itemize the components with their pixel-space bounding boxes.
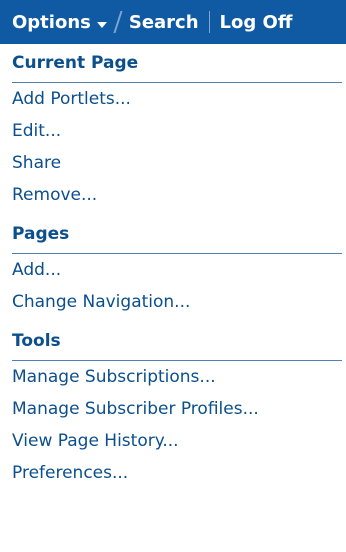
menu-item-view-page-history[interactable]: View Page History... [12,425,342,457]
search-label: Search [128,11,199,33]
section-title-current-page: Current Page [12,44,342,83]
options-label: Options [12,11,91,33]
menu-item-manage-subscriptions[interactable]: Manage Subscriptions... [12,361,342,393]
options-menu-button[interactable]: Options [0,0,107,44]
menu-item-add-page[interactable]: Add... [12,254,342,286]
section-title-tools: Tools [12,322,342,361]
log-off-link[interactable]: Log Off [220,0,293,44]
search-link[interactable]: Search [129,0,199,44]
options-dropdown-menu: Current Page Add Portlets... Edit... Sha… [12,44,342,489]
menu-item-manage-subscriber-profiles[interactable]: Manage Subscriber Profiles... [12,393,342,425]
nav-separator [113,11,123,33]
menu-item-add-portlets[interactable]: Add Portlets... [12,83,342,115]
menu-item-share[interactable]: Share [12,147,342,179]
menu-item-change-navigation[interactable]: Change Navigation... [12,286,342,318]
top-nav-bar: Options Search Log Off [0,0,346,44]
section-title-pages: Pages [12,215,342,254]
nav-separator [208,11,210,33]
log-off-label: Log Off [219,11,293,33]
menu-item-edit[interactable]: Edit... [12,115,342,147]
chevron-down-icon [96,22,107,28]
menu-item-remove[interactable]: Remove... [12,179,342,211]
menu-item-preferences[interactable]: Preferences... [12,457,342,489]
